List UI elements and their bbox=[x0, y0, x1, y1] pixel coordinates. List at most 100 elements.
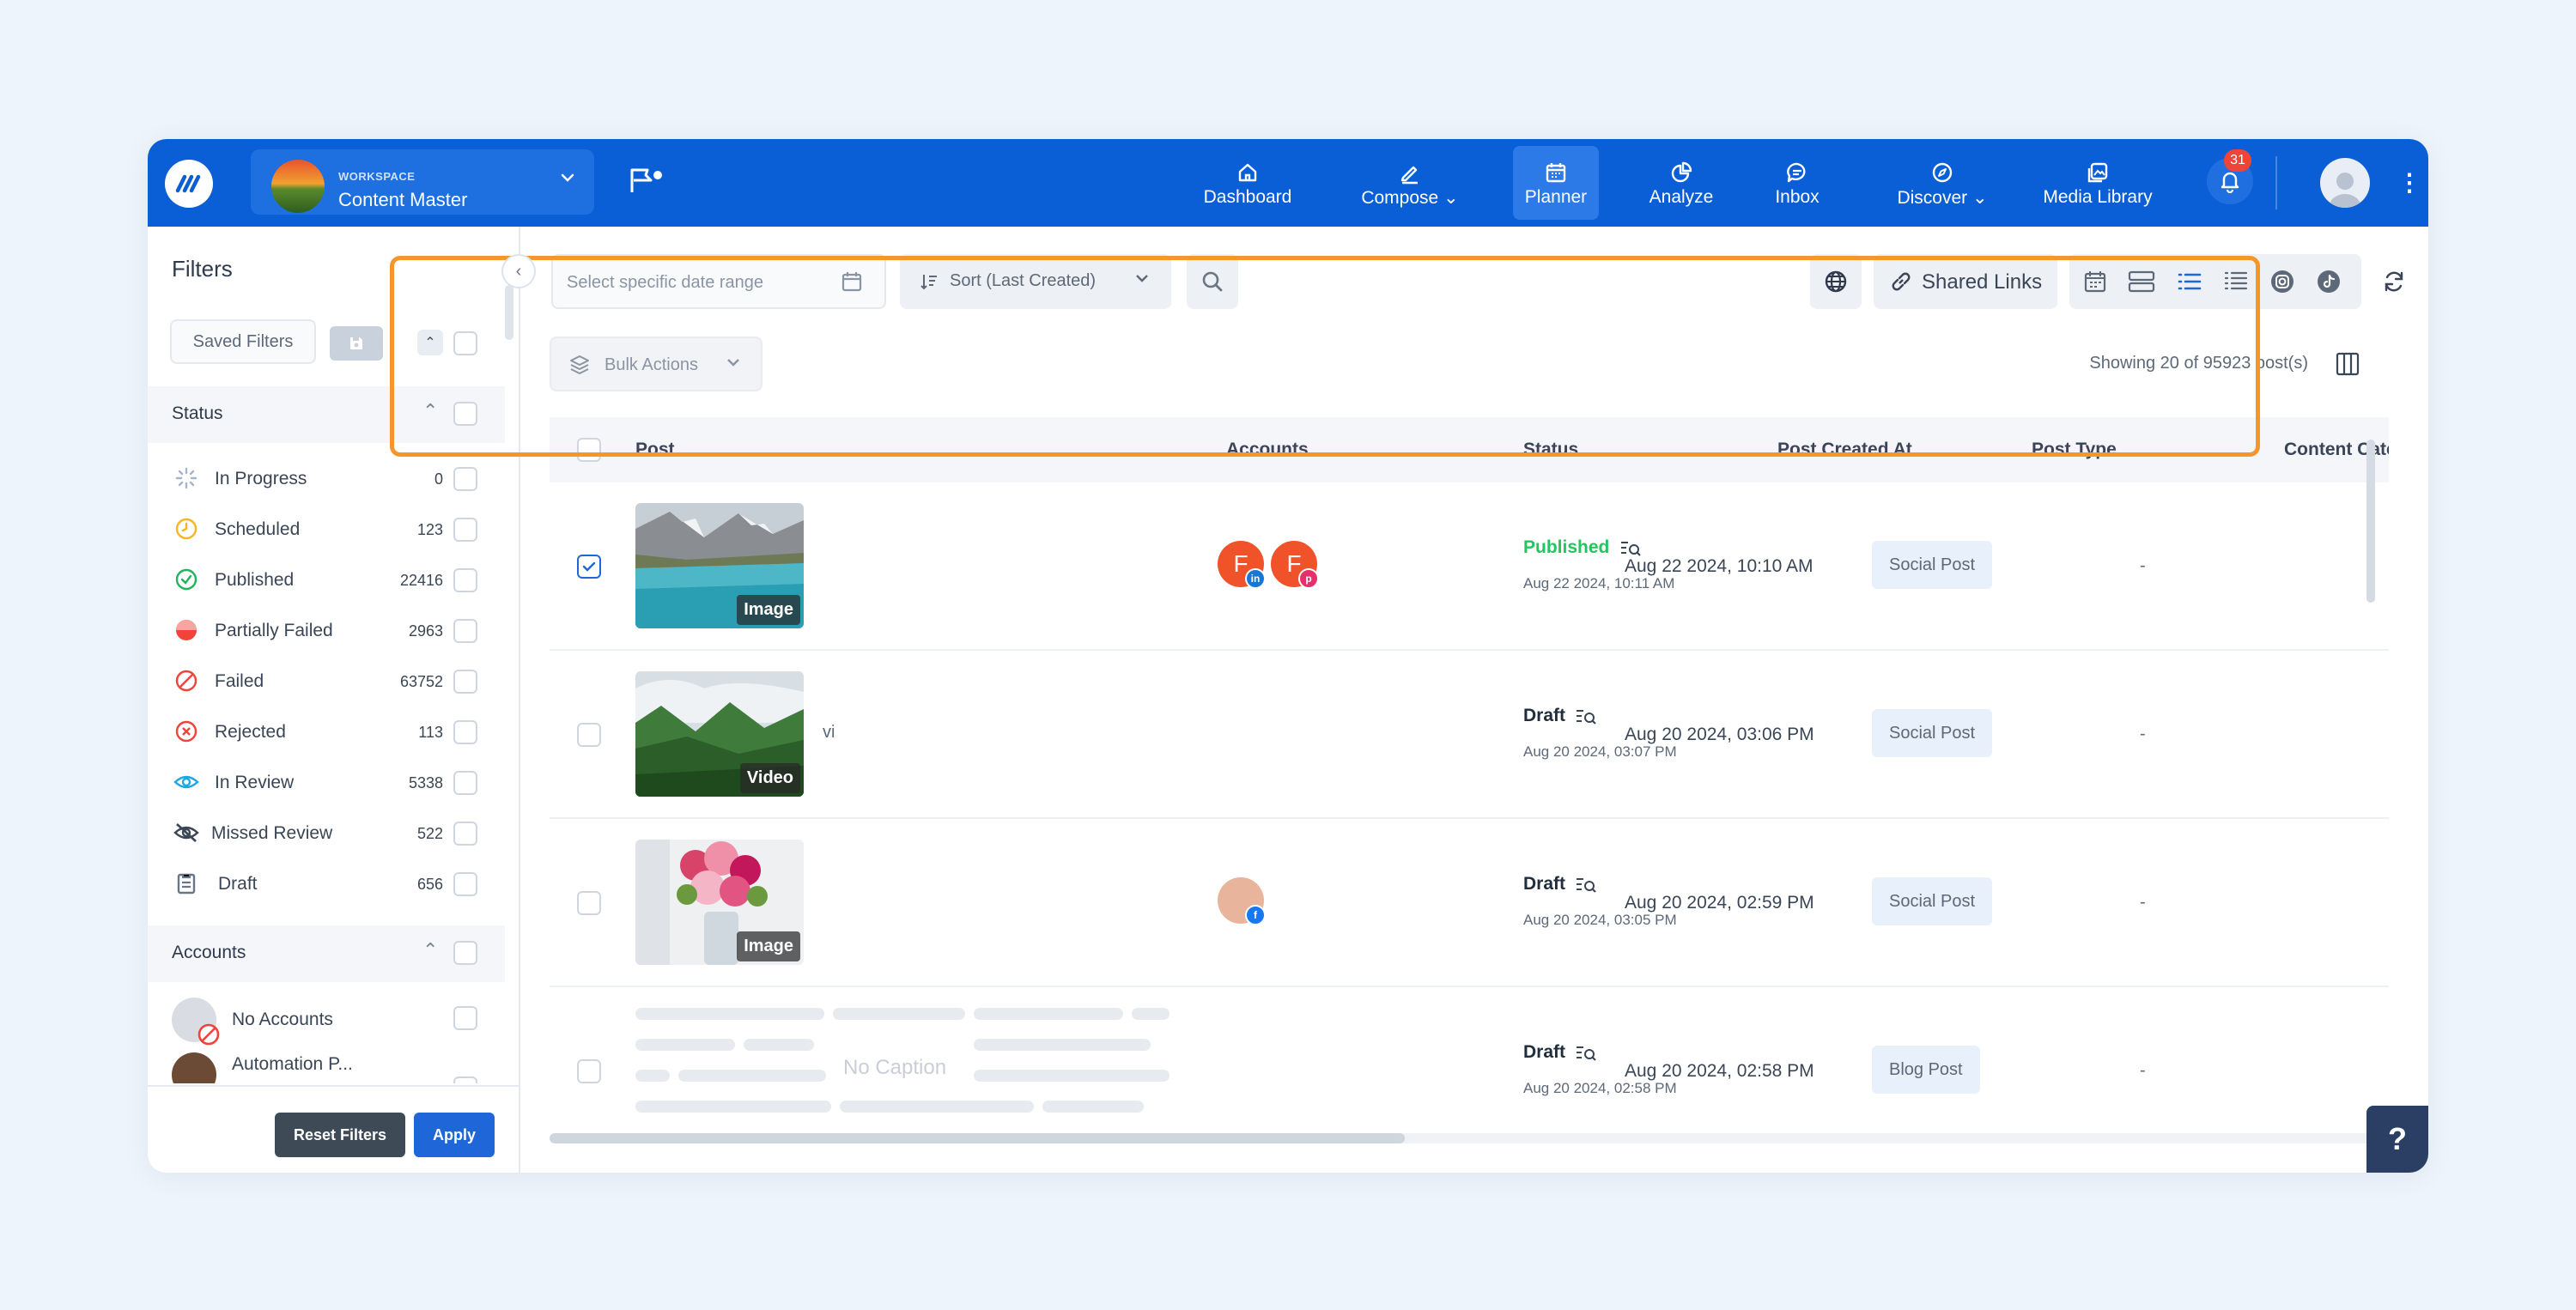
column-header-status[interactable]: Status bbox=[1523, 440, 1578, 460]
row-checkbox[interactable] bbox=[577, 891, 601, 915]
status-details-icon[interactable] bbox=[1575, 876, 1597, 901]
status-details-icon[interactable] bbox=[1575, 1044, 1597, 1069]
table-row[interactable]: Video vi Draft Aug 20 2024, 03:07 PM Aug… bbox=[550, 651, 2389, 819]
calendar-view-icon[interactable] bbox=[2080, 266, 2111, 297]
calendar-icon bbox=[1544, 158, 1568, 187]
save-filter-button[interactable] bbox=[330, 326, 383, 361]
post-thumbnail[interactable]: Image bbox=[635, 503, 804, 628]
accounts-select-all-checkbox[interactable] bbox=[453, 941, 477, 965]
table-row[interactable]: No Caption Draft Aug 20 2024, 02:58 PM A… bbox=[550, 987, 2389, 1126]
workspace-switcher[interactable]: WORKSPACE Content Master bbox=[251, 149, 594, 215]
account-checkbox[interactable] bbox=[453, 1077, 477, 1083]
content-category: - bbox=[2140, 1061, 2146, 1080]
status-filter-rejected[interactable]: Rejected 113 bbox=[148, 707, 505, 756]
status-section-header[interactable]: Status ⌃ bbox=[148, 386, 505, 443]
save-icon bbox=[350, 337, 362, 349]
nav-label: Inbox bbox=[1775, 187, 1820, 207]
collapse-sidebar-button[interactable]: ‹ bbox=[501, 254, 536, 288]
chevron-down-icon bbox=[558, 168, 577, 193]
status-checkbox[interactable] bbox=[453, 771, 477, 795]
column-header-post-created-at[interactable]: Post Created At bbox=[1777, 440, 1912, 460]
nav-dashboard[interactable]: Dashboard bbox=[1197, 146, 1298, 220]
sort-dropdown[interactable]: Sort (Last Created) bbox=[900, 254, 1171, 309]
status-checkbox[interactable] bbox=[453, 670, 477, 694]
instagram-grid-icon[interactable] bbox=[2267, 266, 2298, 297]
status-select-all-checkbox[interactable] bbox=[453, 402, 477, 426]
globe-icon bbox=[1825, 270, 1847, 293]
status-filter-failed[interactable]: Failed 63752 bbox=[148, 656, 505, 706]
column-header-accounts[interactable]: Accounts bbox=[1226, 440, 1309, 460]
nav-media-library[interactable]: Media Library bbox=[2033, 146, 2162, 220]
apply-button[interactable]: Apply bbox=[414, 1113, 495, 1157]
help-button[interactable]: ? bbox=[2366, 1106, 2428, 1173]
grid-view-icon[interactable] bbox=[2126, 266, 2157, 297]
content-category: - bbox=[2140, 725, 2146, 743]
bulk-actions-dropdown[interactable]: Bulk Actions bbox=[550, 337, 762, 391]
table-row[interactable]: Image F in F p Published Aug 22 2024, 10… bbox=[550, 482, 2389, 651]
pinterest-icon: p bbox=[1298, 568, 1319, 589]
status-checkbox[interactable] bbox=[453, 872, 477, 896]
status-date: Aug 20 2024, 02:58 PM bbox=[1523, 1080, 1677, 1096]
content-category: - bbox=[2140, 556, 2146, 575]
status-filter-missed-review[interactable]: Missed Review 522 bbox=[148, 808, 505, 858]
timezone-button[interactable] bbox=[1810, 254, 1862, 309]
shared-links-button[interactable]: Shared Links bbox=[1874, 254, 2057, 309]
status-checkbox[interactable] bbox=[453, 619, 477, 643]
status-checkbox[interactable] bbox=[453, 822, 477, 846]
calendar-icon bbox=[840, 270, 864, 298]
accounts-section-header[interactable]: Accounts ⌃ bbox=[148, 925, 505, 982]
column-header-post-type[interactable]: Post Type bbox=[2032, 440, 2117, 460]
flag-icon[interactable] bbox=[627, 165, 665, 200]
row-checkbox[interactable] bbox=[577, 555, 601, 579]
status-checkbox[interactable] bbox=[453, 467, 477, 491]
status-filter-scheduled[interactable]: Scheduled 123 bbox=[148, 504, 505, 554]
select-all-posts-checkbox[interactable] bbox=[577, 438, 601, 462]
post-thumbnail[interactable]: Video bbox=[635, 671, 804, 797]
status-filter-in-review[interactable]: In Review 5338 bbox=[148, 757, 505, 807]
nav-inbox[interactable]: Inbox bbox=[1760, 146, 1834, 220]
status-checkbox[interactable] bbox=[453, 568, 477, 592]
account-checkbox[interactable] bbox=[453, 1006, 477, 1030]
nav-planner[interactable]: Planner bbox=[1513, 146, 1599, 220]
nav-label: Dashboard bbox=[1203, 187, 1292, 207]
compact-list-view-icon[interactable] bbox=[2221, 266, 2251, 297]
account-filter-automation[interactable]: Automation P... bbox=[148, 1046, 505, 1083]
app-logo[interactable] bbox=[165, 160, 213, 208]
row-checkbox[interactable] bbox=[577, 723, 601, 747]
user-avatar[interactable] bbox=[2320, 158, 2370, 208]
sidebar-scrollbar[interactable] bbox=[505, 285, 513, 340]
collapse-all-button[interactable]: ⌃ bbox=[417, 330, 443, 355]
list-view-icon[interactable] bbox=[2174, 266, 2205, 297]
status-filter-published[interactable]: Published 22416 bbox=[148, 555, 505, 604]
columns-toggle-icon[interactable] bbox=[2332, 349, 2363, 379]
table-horizontal-scrollbar[interactable] bbox=[550, 1133, 1405, 1143]
status-count: 656 bbox=[416, 876, 443, 893]
more-menu-icon[interactable]: ⋮ bbox=[2397, 168, 2421, 197]
sort-label: Sort (Last Created) bbox=[950, 271, 1097, 290]
status-date: Aug 20 2024, 03:05 PM bbox=[1523, 912, 1677, 928]
status-checkbox[interactable] bbox=[453, 720, 477, 744]
reset-filters-button[interactable]: Reset Filters bbox=[275, 1113, 405, 1157]
row-checkbox[interactable] bbox=[577, 1059, 601, 1083]
column-header-post[interactable]: Post bbox=[635, 440, 675, 460]
table-vertical-scrollbar[interactable] bbox=[2366, 440, 2375, 603]
status-filter-in-progress[interactable]: In Progress 0 bbox=[148, 453, 505, 503]
status-filter-partially-failed[interactable]: Partially Failed 2963 bbox=[148, 605, 505, 655]
pencil-icon bbox=[1398, 158, 1422, 187]
nav-discover[interactable]: Discover ⌄ bbox=[1882, 146, 2002, 220]
nav-compose[interactable]: Compose ⌄ bbox=[1350, 146, 1470, 220]
account-filter-no-accounts[interactable]: No Accounts bbox=[148, 991, 505, 1047]
refresh-button[interactable] bbox=[2377, 264, 2411, 299]
select-all-filters-checkbox[interactable] bbox=[453, 331, 477, 355]
status-details-icon[interactable] bbox=[1575, 707, 1597, 732]
table-row[interactable]: Image f Draft Aug 20 2024, 03:05 PM Aug … bbox=[550, 819, 2389, 987]
post-thumbnail[interactable]: Image bbox=[635, 840, 804, 965]
status-filter-draft[interactable]: Draft 656 bbox=[148, 858, 505, 908]
date-range-input[interactable]: Select specific date range bbox=[551, 254, 886, 309]
workspace-name: Content Master bbox=[338, 189, 468, 210]
tiktok-grid-icon[interactable] bbox=[2313, 266, 2344, 297]
saved-filters-dropdown[interactable]: Saved Filters bbox=[170, 319, 316, 364]
search-button[interactable] bbox=[1187, 254, 1238, 309]
status-checkbox[interactable] bbox=[453, 518, 477, 542]
nav-analyze[interactable]: Analyze bbox=[1638, 146, 1724, 220]
